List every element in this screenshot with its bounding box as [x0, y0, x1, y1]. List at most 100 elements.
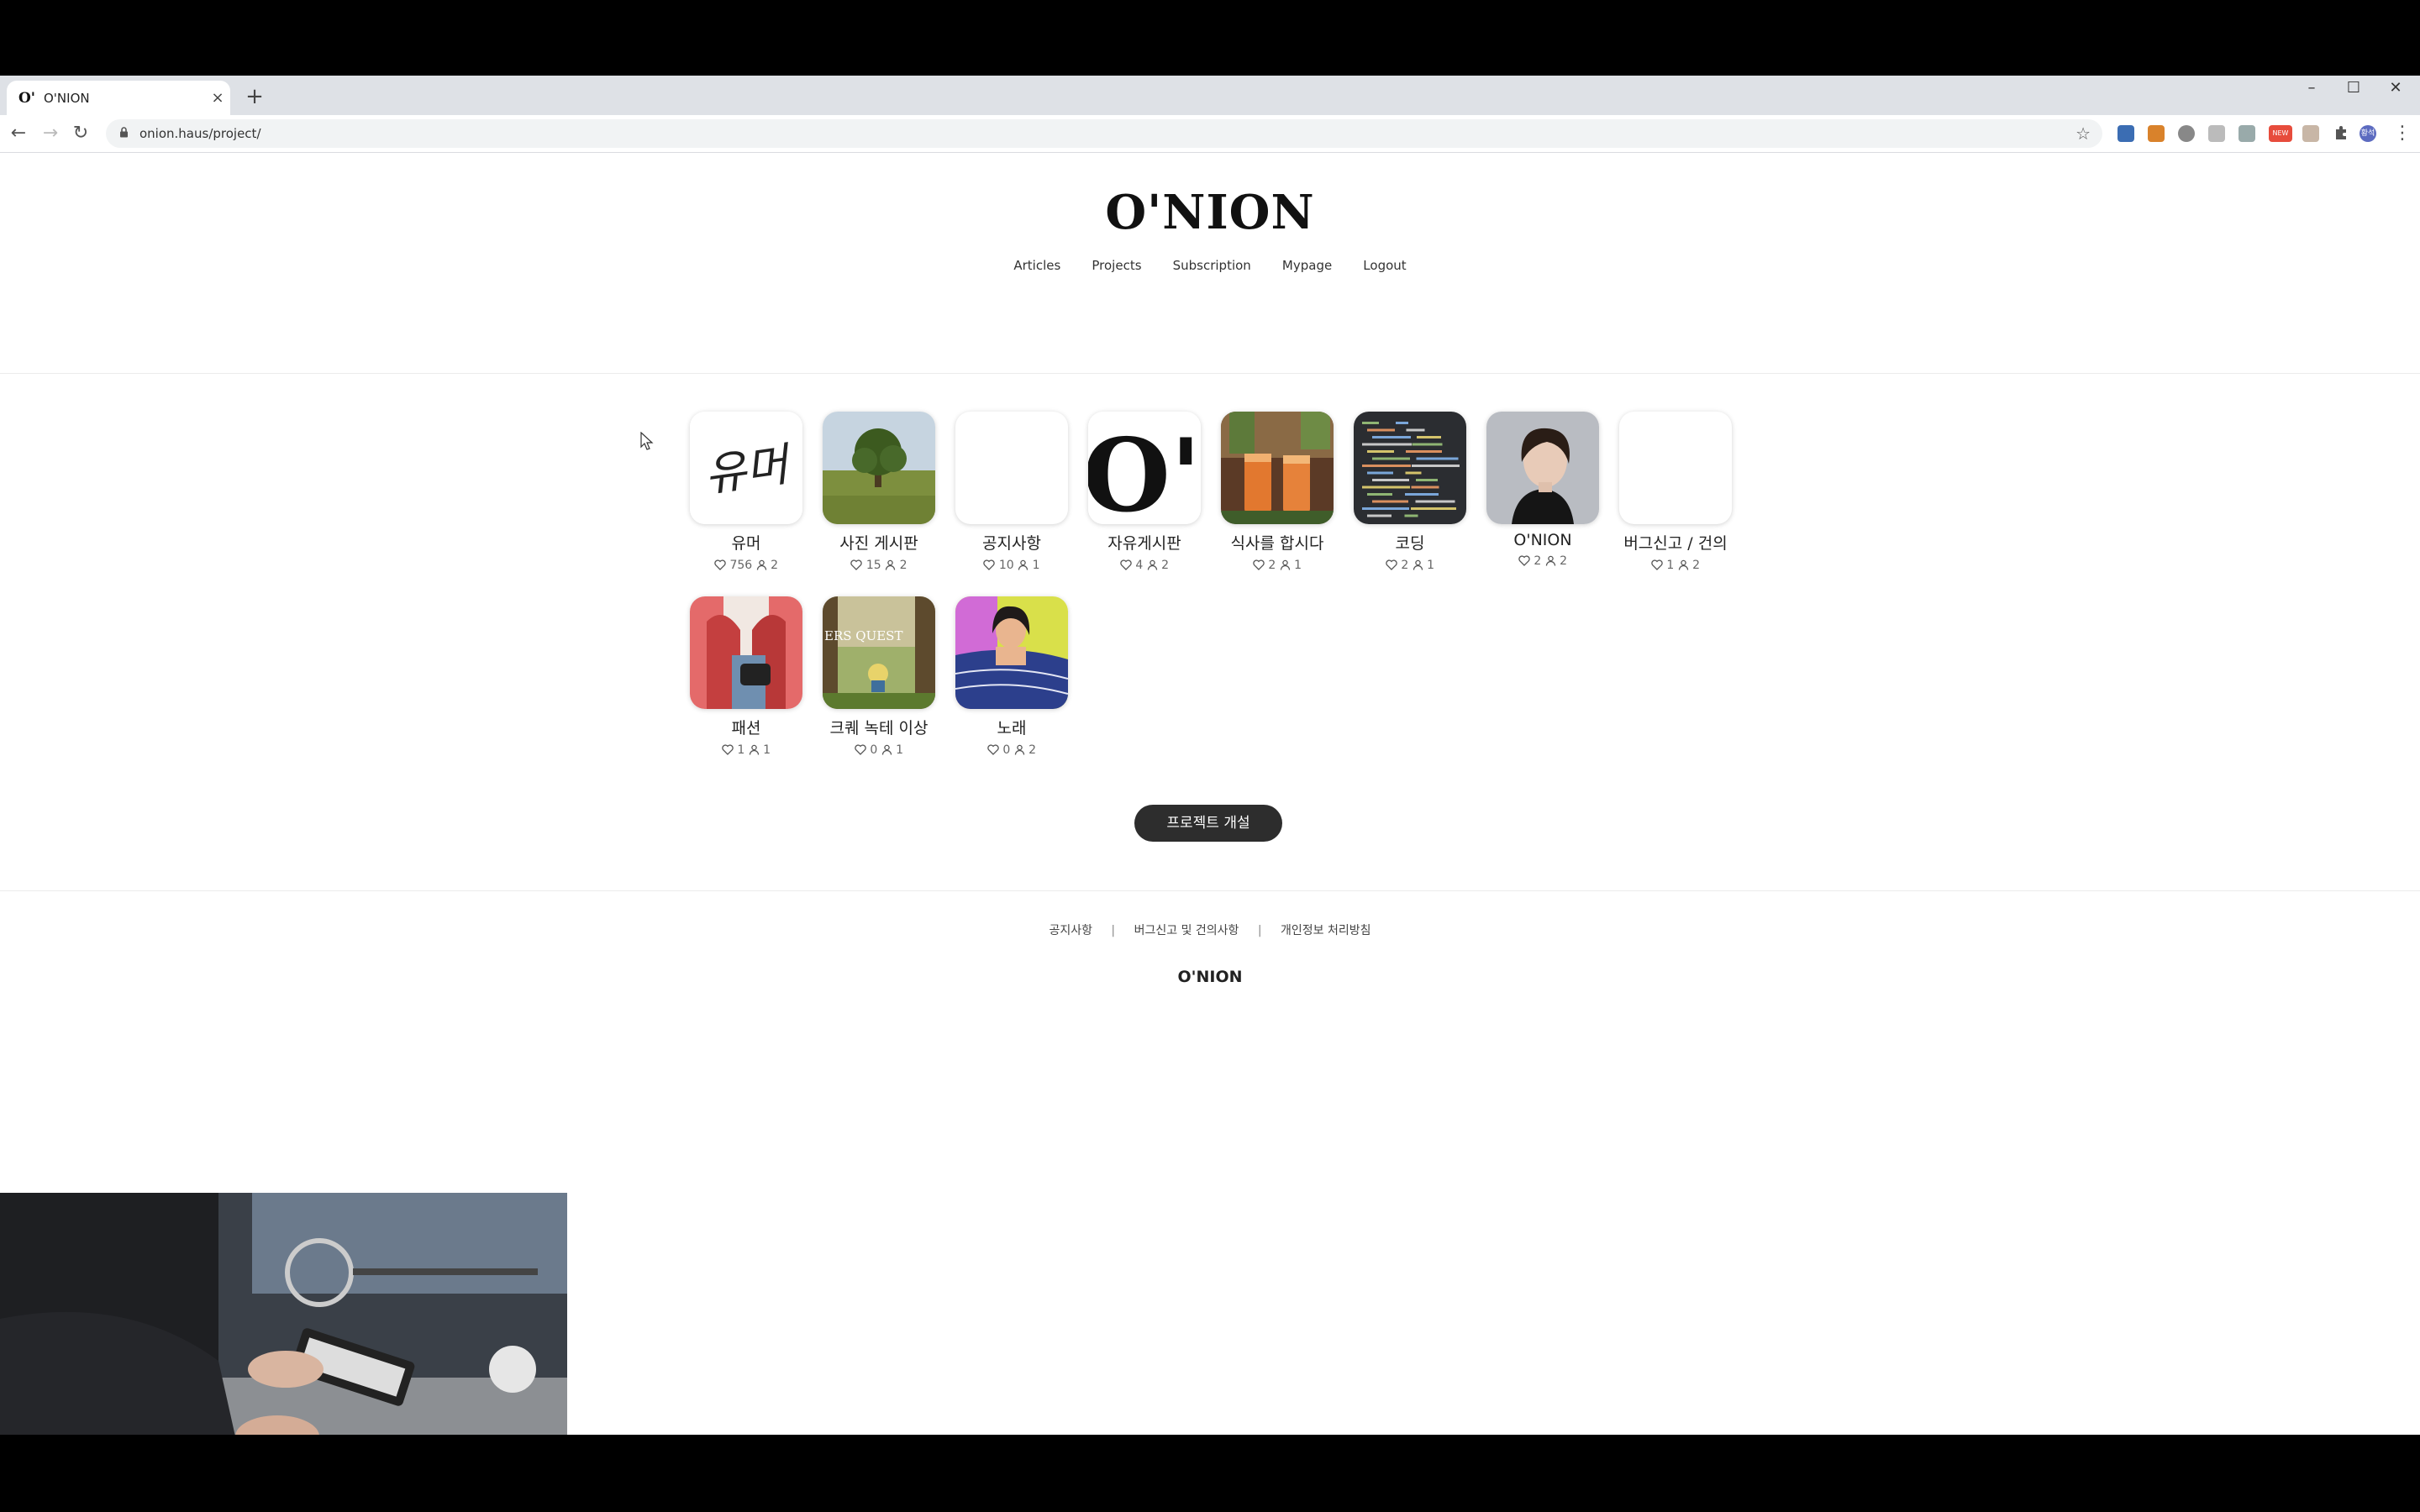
extension-icon[interactable]	[2208, 125, 2225, 142]
project-name[interactable]: 노래	[953, 716, 1071, 738]
project-thumbnail[interactable]	[690, 596, 802, 709]
like-count: 15	[865, 559, 881, 572]
project-thumbnail[interactable]	[955, 596, 1068, 709]
project-card[interactable]: 노래 0 2	[953, 596, 1071, 757]
heart-icon	[850, 559, 863, 572]
project-card[interactable]: O' 자유게시판 4 2	[1086, 412, 1203, 572]
forward-icon[interactable]: →	[37, 120, 64, 147]
more-menu-icon[interactable]: ⋮	[2393, 120, 2412, 147]
footer-link-privacy[interactable]: 개인정보 처리방침	[1281, 924, 1371, 937]
project-name[interactable]: 크퀘 녹테 이상	[820, 716, 938, 738]
project-thumbnail[interactable]: ERS QUEST	[823, 596, 935, 709]
project-thumbnail[interactable]: O'	[1088, 412, 1201, 524]
profile-avatar[interactable]: 황석	[2360, 125, 2376, 142]
close-window-icon[interactable]: ✕	[2375, 76, 2417, 101]
nav-subscription[interactable]: Subscription	[1173, 258, 1251, 273]
footer-links: 공지사항 | 버그신고 및 건의사항 | 개인정보 처리방침	[0, 921, 2420, 938]
like-count: 0	[870, 743, 878, 757]
project-thumbnail[interactable]	[1221, 412, 1334, 524]
member-count: 1	[1032, 559, 1040, 572]
project-card[interactable]: 버그신고 / 건의 1 2	[1617, 412, 1734, 572]
url-text[interactable]: onion.haus/project/	[139, 126, 261, 141]
favicon-icon: O'	[18, 89, 36, 107]
browser-window: O' O'NION × + – ☐ ✕ ← → ↻ onion.haus/pro…	[0, 76, 2420, 1435]
heart-icon	[722, 743, 734, 757]
project-stats: 756 2	[687, 559, 805, 572]
address-bar[interactable]: onion.haus/project/ ☆	[106, 119, 2102, 148]
create-project-button[interactable]: 프로젝트 개설	[1134, 805, 1282, 842]
project-name[interactable]: 공지사항	[953, 531, 1071, 554]
project-card[interactable]: 식사를 합시다 2 1	[1218, 412, 1336, 572]
nav-projects[interactable]: Projects	[1092, 258, 1141, 273]
puzzle-icon[interactable]	[2333, 125, 2349, 142]
onion-thumb-text: O'	[1088, 417, 1201, 524]
like-count: 2	[1401, 559, 1409, 572]
heart-icon	[1651, 559, 1663, 572]
site-header: O'NION Articles Projects Subscription My…	[0, 153, 2420, 374]
nav-mypage[interactable]: Mypage	[1282, 258, 1332, 273]
user-icon	[1014, 743, 1025, 757]
extension-icon[interactable]	[2148, 125, 2165, 142]
extension-icon[interactable]	[2302, 125, 2319, 142]
tab-title: O'NION	[44, 90, 90, 106]
project-thumbnail[interactable]: 유머	[690, 412, 802, 524]
project-stats: 10 1	[953, 559, 1071, 572]
project-card[interactable]: 코딩 2 1	[1351, 412, 1469, 572]
project-card[interactable]: 패션 1 1	[687, 596, 805, 757]
user-icon	[881, 743, 892, 757]
like-count: 1	[737, 743, 745, 757]
extension-icon[interactable]	[2178, 125, 2195, 142]
project-card[interactable]: ERS QUEST 크퀘 녹테 이상 0 1	[820, 596, 938, 757]
maximize-icon[interactable]: ☐	[2333, 76, 2375, 101]
lock-icon	[114, 126, 133, 141]
project-thumbnail[interactable]	[1619, 412, 1732, 524]
user-icon	[1678, 559, 1689, 572]
user-icon	[1545, 554, 1556, 568]
like-count: 2	[1534, 554, 1542, 568]
reload-icon[interactable]: ↻	[67, 120, 94, 147]
footer-link-bug-report[interactable]: 버그신고 및 건의사항	[1134, 924, 1239, 937]
member-count: 2	[771, 559, 778, 572]
project-card[interactable]: 사진 게시판 15 2	[820, 412, 938, 572]
like-count: 0	[1002, 743, 1011, 757]
project-thumbnail[interactable]	[823, 412, 935, 524]
project-name[interactable]: 사진 게시판	[820, 531, 938, 554]
footer-logo: O'NION	[1177, 968, 1243, 986]
heart-icon	[983, 559, 996, 572]
new-tab-button[interactable]: +	[240, 82, 269, 111]
footer-link-notice[interactable]: 공지사항	[1049, 924, 1092, 937]
minimize-icon[interactable]: –	[2291, 76, 2333, 101]
project-name[interactable]: 유머	[687, 531, 805, 554]
back-icon[interactable]: ←	[5, 120, 32, 147]
project-card[interactable]: O'NION 2 2	[1484, 412, 1602, 568]
user-icon	[1147, 559, 1158, 572]
user-icon	[1413, 559, 1423, 572]
heart-icon	[855, 743, 866, 757]
project-name[interactable]: 버그신고 / 건의	[1617, 531, 1734, 554]
project-name[interactable]: 코딩	[1351, 531, 1469, 554]
project-thumbnail[interactable]	[1486, 412, 1599, 524]
project-stats: 15 2	[820, 559, 938, 572]
project-name[interactable]: O'NION	[1484, 531, 1602, 549]
browser-tab[interactable]: O' O'NION ×	[7, 81, 230, 115]
project-thumbnail[interactable]	[1354, 412, 1466, 524]
nav-articles[interactable]: Articles	[1013, 258, 1060, 273]
tab-close-icon[interactable]: ×	[205, 89, 230, 107]
nav-logout[interactable]: Logout	[1363, 258, 1406, 273]
project-name[interactable]: 식사를 합시다	[1218, 531, 1336, 554]
site-logo[interactable]: O'NION	[0, 185, 2420, 240]
bookmark-star-icon[interactable]: ☆	[2075, 119, 2091, 148]
project-thumbnail[interactable]	[955, 412, 1068, 524]
like-count: 4	[1135, 559, 1144, 572]
project-card[interactable]: 유머 유머 756 2	[687, 412, 805, 572]
project-name[interactable]: 자유게시판	[1086, 531, 1203, 554]
user-icon	[749, 743, 760, 757]
heart-icon	[1386, 559, 1397, 572]
project-name[interactable]: 패션	[687, 716, 805, 738]
heart-icon	[987, 743, 999, 757]
page-content: O'NION Articles Projects Subscription My…	[0, 153, 2420, 1435]
extension-new-badge-icon[interactable]: NEW	[2269, 125, 2292, 142]
extension-icon[interactable]	[2118, 125, 2134, 142]
project-card[interactable]: 공지사항 10 1	[953, 412, 1071, 572]
extension-icon[interactable]	[2238, 125, 2255, 142]
